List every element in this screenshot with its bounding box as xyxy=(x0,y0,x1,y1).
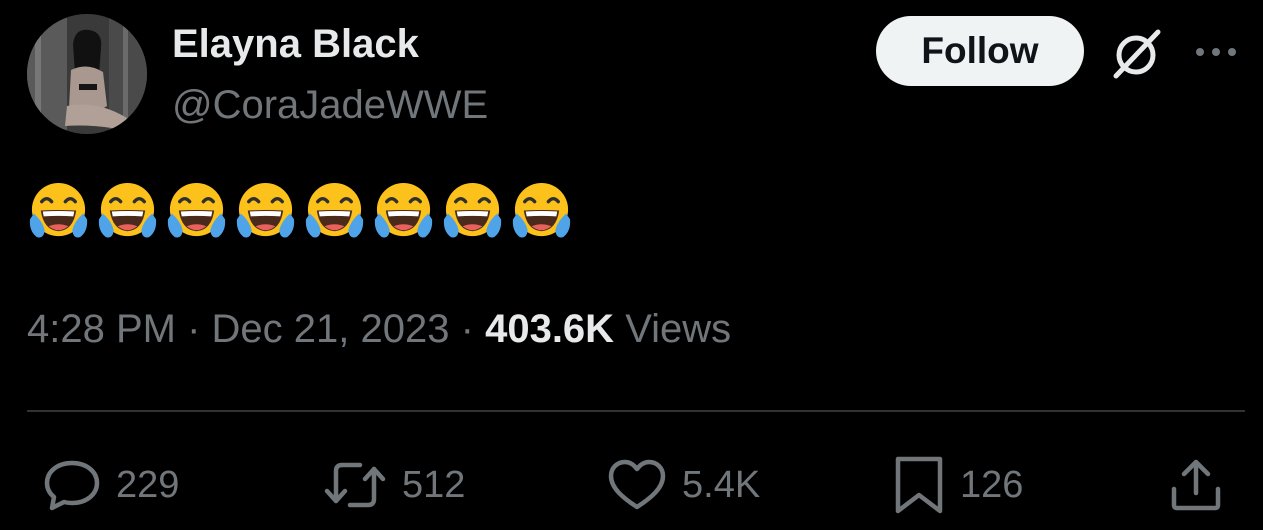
grok-icon[interactable] xyxy=(1106,24,1166,84)
tears-of-joy-emoji xyxy=(29,182,88,238)
reply-icon xyxy=(44,460,100,511)
tweet-meta: 4:28 PM · Dec 21, 2023 · 403.6K Views xyxy=(27,305,731,353)
repost-count: 512 xyxy=(402,463,466,506)
tears-of-joy-emoji xyxy=(374,182,433,238)
share-button[interactable] xyxy=(1166,455,1226,515)
tears-of-joy-emoji xyxy=(98,182,157,238)
views-count: 403.6K xyxy=(485,307,615,351)
meta-separator: · xyxy=(187,307,201,351)
tweet-time[interactable]: 4:28 PM xyxy=(27,307,176,351)
repost-button[interactable]: 512 xyxy=(322,455,465,515)
tears-of-joy-emoji xyxy=(443,182,502,238)
bookmark-icon xyxy=(895,456,943,514)
tweet-text xyxy=(27,180,573,250)
user-handle[interactable]: @CoraJadeWWE xyxy=(172,81,488,129)
tears-of-joy-emoji xyxy=(512,182,571,238)
bookmark-count: 126 xyxy=(960,463,1024,506)
heart-icon xyxy=(608,459,666,510)
meta-separator: · xyxy=(460,307,474,351)
reply-count: 229 xyxy=(116,463,180,506)
tweet-date[interactable]: Dec 21, 2023 xyxy=(212,307,450,351)
avatar-image xyxy=(27,14,147,134)
repost-icon xyxy=(324,462,386,508)
like-button[interactable]: 5.4K xyxy=(606,455,760,515)
views-label: Views xyxy=(625,307,732,351)
divider xyxy=(27,410,1245,412)
reply-button[interactable]: 229 xyxy=(42,455,179,515)
display-name[interactable]: Elayna Black xyxy=(172,20,419,68)
tears-of-joy-emoji xyxy=(236,182,295,238)
bookmark-button[interactable]: 126 xyxy=(892,455,1023,515)
share-icon xyxy=(1171,459,1221,511)
like-count: 5.4K xyxy=(682,463,761,506)
tears-of-joy-emoji xyxy=(167,182,226,238)
avatar[interactable] xyxy=(27,14,147,134)
follow-button[interactable]: Follow xyxy=(876,16,1084,86)
more-options-icon[interactable] xyxy=(1193,40,1239,64)
tears-of-joy-emoji xyxy=(305,182,364,238)
